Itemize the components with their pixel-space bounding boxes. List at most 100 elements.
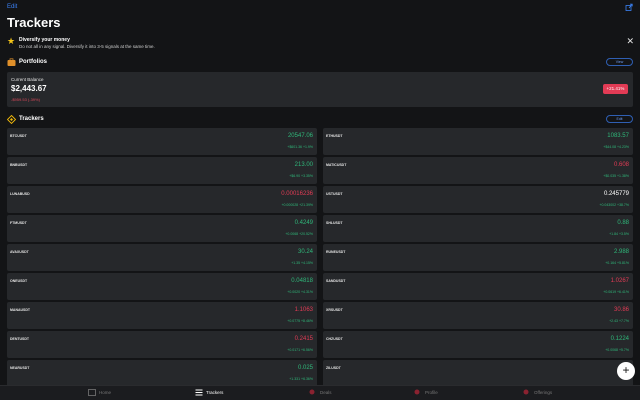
close-icon[interactable]: ✕: [626, 37, 634, 46]
tracker-price: 0.88: [617, 220, 629, 226]
tracker-card[interactable]: ONEUSDT 0.04818 +0.0020 +4.31%: [7, 273, 317, 300]
tracker-card[interactable]: NEARUSDT 0.025 +1.331 +6.36%: [7, 360, 317, 387]
tracker-symbol: FTMUSDT: [10, 221, 27, 225]
tracker-price: 30.86: [613, 307, 629, 313]
profile-icon: [414, 389, 420, 395]
share-icon[interactable]: [625, 3, 633, 11]
tracker-price: 0.00016236: [281, 191, 313, 197]
tracker-change: +0.0775 +8.46%: [287, 319, 313, 323]
tracker-change: +1.331 +6.36%: [289, 377, 313, 381]
deals-icon: [309, 389, 315, 395]
tracker-symbol: NEARUSDT: [10, 366, 30, 370]
tracker-symbol: CHZUSDT: [326, 337, 343, 341]
balance-badge: +21.41%: [603, 84, 628, 94]
balance-change: -$959.53 (-39%): [11, 97, 40, 102]
briefcase-icon: [7, 58, 16, 66]
tracker-change: +$601.36 +1.9%: [287, 145, 313, 149]
tracker-change: +0.0068 +20.52%: [285, 232, 313, 236]
tracker-change: +2.43 +7.7%: [609, 319, 629, 323]
tracker-card[interactable]: DENTUSDT 0.2415 +0.0171 +6.56%: [7, 331, 317, 358]
tracker-change: +0.0171 +6.56%: [287, 348, 313, 352]
tab-profile-label: Profile: [425, 390, 438, 395]
edit-link[interactable]: Edit: [7, 4, 17, 10]
tracker-card[interactable]: ZILUSDT0.0: [323, 360, 633, 387]
tracker-card[interactable]: XRSUSDT 30.86 +2.43 +7.7%: [323, 302, 633, 329]
tracker-price: 0.4249: [294, 220, 313, 226]
tab-deals-label: Deals: [320, 390, 332, 395]
tracker-symbol: XRSUSDT: [326, 308, 343, 312]
tracker-price: 0.608: [613, 162, 629, 168]
tracker-price: 0.1224: [610, 336, 629, 342]
tracker-price: 0.04818: [291, 278, 313, 284]
tracker-card[interactable]: RUNEUSDT 2.988 +0.164 +5.81%: [323, 244, 633, 271]
tracker-change: +0.0068 +5.7%: [605, 348, 629, 352]
tracker-change: +0.000028 +21.39%: [281, 203, 313, 207]
tracker-change: +0.164 +5.81%: [605, 261, 629, 265]
tracker-symbol: USTUSDT: [326, 192, 343, 196]
portfolios-header: Portfolios View: [0, 55, 640, 69]
tracker-card[interactable]: BNBUSDT 213.00 +$6.90 +3.35%: [7, 157, 317, 184]
tracker-card[interactable]: LUNABUSD 0.00016236 +0.000028 +21.39%: [7, 186, 317, 213]
add-tracker-button[interactable]: +: [617, 362, 635, 380]
tracker-change: +$0.035 +1.38%: [603, 174, 629, 178]
tracker-symbol: LUNABUSD: [10, 192, 30, 196]
top-bar: Edit: [0, 0, 640, 14]
tracker-change: +$6.90 +3.35%: [289, 174, 313, 178]
tracker-change: +$44.08 +4.23%: [603, 145, 629, 149]
tracker-card[interactable]: AVAXUSDT 30.24 +1.35 +4.15%: [7, 244, 317, 271]
tracker-card[interactable]: MANAUSDT 1.1063 +0.0775 +8.46%: [7, 302, 317, 329]
tracker-symbol: MATICUSDT: [326, 163, 347, 167]
tracker-price: 20547.06: [287, 133, 313, 139]
tracker-symbol: SANDUSDT: [326, 279, 346, 283]
tracker-symbol: BTCUSDT: [10, 134, 27, 138]
tracker-price: 30.24: [297, 249, 313, 255]
tracker-price: 213.00: [294, 162, 313, 168]
binance-icon: [7, 115, 16, 124]
tracker-card[interactable]: BTCUSDT 20547.06 +$601.36 +1.9%: [7, 128, 317, 155]
tracker-change: +1.84 +3.5%: [609, 232, 629, 236]
balance-label: Current Balance: [11, 77, 44, 82]
tracker-symbol: RUNEUSDT: [326, 250, 346, 254]
tracker-symbol: SHLUSDT: [326, 221, 343, 225]
tracker-card[interactable]: SHLUSDT 0.88 +1.84 +3.5%: [323, 215, 633, 242]
tracker-symbol: ETHUSDT: [326, 134, 343, 138]
balance-value: $2,443.67: [11, 84, 47, 93]
tracker-card[interactable]: MATICUSDT 0.608 +$0.035 +1.38%: [323, 157, 633, 184]
trackers-grid: BTCUSDT 20547.06 +$601.36 +1.9% ETHUSDT 1083…: [7, 128, 633, 390]
tracker-change: +0.0020 +4.31%: [287, 290, 313, 294]
tracker-card[interactable]: CHZUSDT 0.1224 +0.0068 +5.7%: [323, 331, 633, 358]
tracker-symbol: AVAXUSDT: [10, 250, 29, 254]
view-portfolios-button[interactable]: View: [606, 58, 633, 66]
tracker-card[interactable]: USTUSDT 0.245779 +0.043002 +38.7%: [323, 186, 633, 213]
tracker-change: +1.35 +4.15%: [291, 261, 313, 265]
tracker-price: 1.1063: [294, 307, 313, 313]
tracker-symbol: DENTUSDT: [10, 337, 30, 341]
tip-text: Do not all in any signal. Diversify it i…: [19, 44, 155, 49]
tracker-card[interactable]: SANDUSDT 1.0267 +0.0619 +6.41%: [323, 273, 633, 300]
tracker-price: 2.988: [613, 249, 629, 255]
tab-bar: Home Trackers Deals Profile Offerings: [0, 385, 640, 400]
tracker-price: 0.245779: [603, 191, 629, 197]
balance-card[interactable]: Current Balance $2,443.67 -$959.53 (-39%…: [7, 72, 633, 107]
tracker-symbol: MANAUSDT: [10, 308, 31, 312]
tracker-price: 0.025: [297, 365, 313, 371]
tracker-symbol: BNBUSDT: [10, 163, 28, 167]
tracker-price: 0.2415: [294, 336, 313, 342]
tracker-change: +0.043002 +38.7%: [599, 203, 629, 207]
star-icon: ★: [7, 36, 16, 46]
tracker-price: 1.0267: [610, 278, 629, 284]
tracker-price: 1083.57: [607, 133, 629, 139]
list-icon: [195, 389, 203, 396]
trackers-header: Trackers Edit: [0, 112, 640, 126]
edit-trackers-button[interactable]: Edit: [606, 115, 633, 123]
tracker-card[interactable]: FTMUSDT 0.4249 +0.0068 +20.52%: [7, 215, 317, 242]
tip-title: Diversify your money: [19, 37, 70, 43]
portfolios-title: Portfolios: [19, 59, 47, 65]
tracker-card[interactable]: ETHUSDT 1083.57 +$44.08 +4.23%: [323, 128, 633, 155]
tracker-symbol: ONEUSDT: [10, 279, 28, 283]
offerings-icon: [523, 389, 529, 395]
tracker-change: +0.0619 +6.41%: [603, 290, 629, 294]
tab-home-label: Home: [99, 390, 112, 395]
tip-banner: ★ Diversify your money Do not all in any…: [0, 34, 640, 51]
tab-trackers-label: Trackers: [206, 390, 224, 395]
